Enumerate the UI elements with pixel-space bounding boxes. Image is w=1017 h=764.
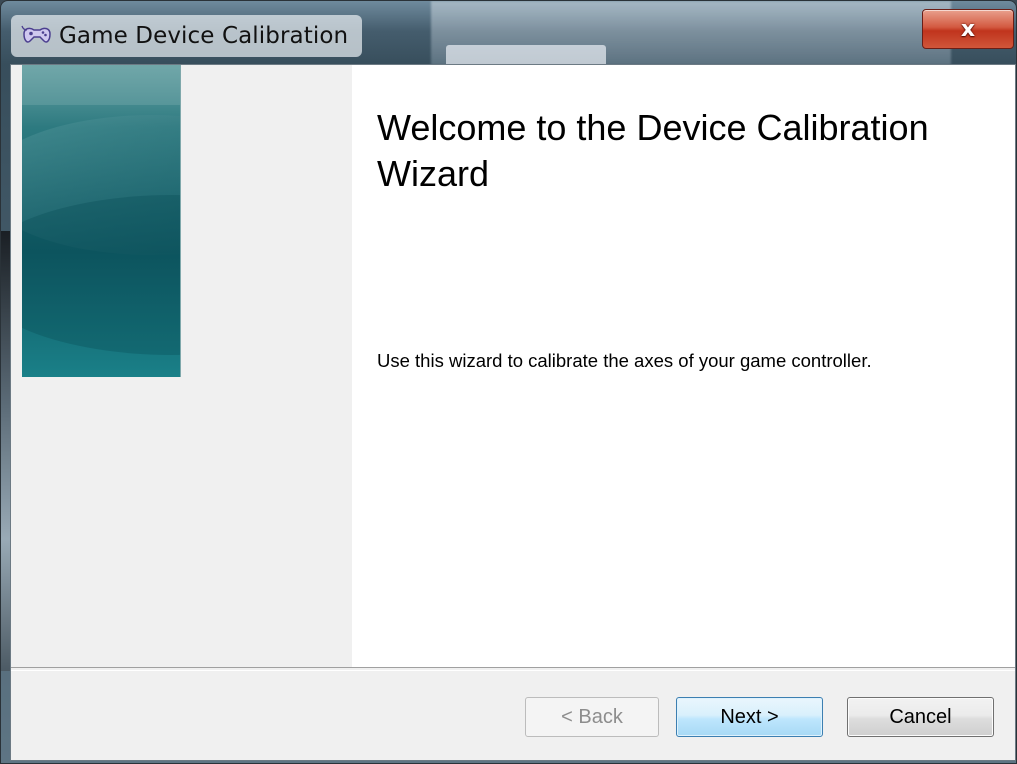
window-title: Game Device Calibration — [59, 23, 349, 49]
wizard-window: Game Device Calibration x Welcome to the… — [0, 0, 1017, 764]
wizard-description: Use this wizard to calibrate the axes of… — [377, 350, 872, 371]
button-area-divider — [11, 667, 1015, 671]
game-controller-icon — [19, 22, 55, 50]
close-icon: x — [960, 16, 976, 42]
page-title: Welcome to the Device Calibration Wizard — [377, 107, 929, 194]
title-bar[interactable]: Game Device Calibration x — [1, 1, 1016, 63]
wizard-side-panel — [11, 65, 352, 667]
wizard-body: Welcome to the Device Calibration Wizard… — [10, 64, 1016, 761]
wizard-banner-graphic — [22, 65, 180, 377]
title-area: Game Device Calibration — [11, 15, 363, 57]
cancel-button[interactable]: Cancel — [847, 697, 994, 737]
next-button[interactable]: Next > — [676, 697, 823, 737]
close-button[interactable]: x — [922, 9, 1014, 49]
wizard-content: Welcome to the Device Calibration Wizard… — [352, 65, 1015, 667]
back-button[interactable]: < Back — [525, 697, 659, 737]
